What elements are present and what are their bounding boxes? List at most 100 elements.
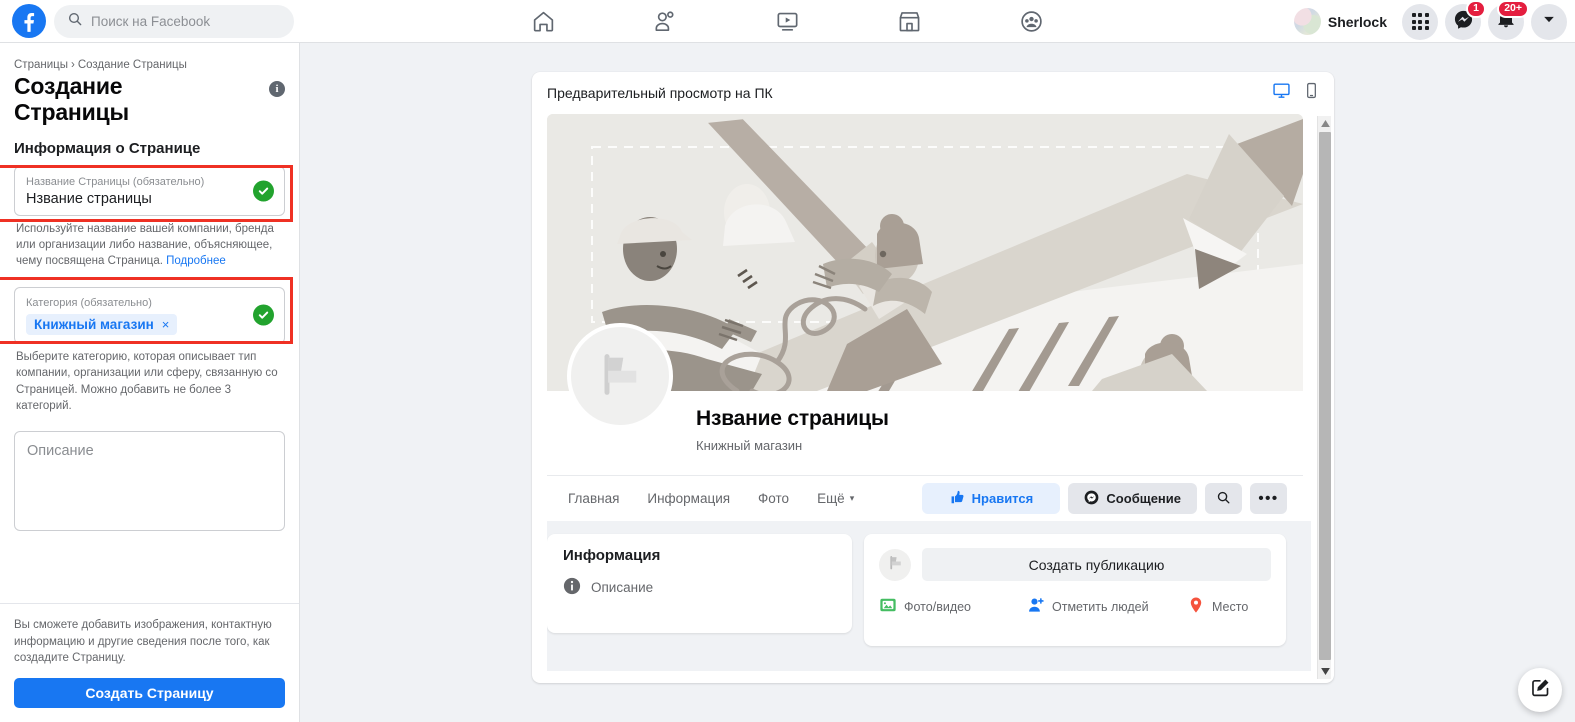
page-more-button[interactable]: ••• xyxy=(1250,483,1287,514)
chevron-down-icon: ▾ xyxy=(849,493,855,503)
message-button[interactable]: Сообщение xyxy=(1068,483,1197,514)
page-preview-panel: Предварительный просмотр на ПК Нзвание с… xyxy=(532,72,1334,683)
tab-home[interactable]: Главная xyxy=(563,491,633,506)
home-icon xyxy=(531,9,556,34)
description-input[interactable]: Описание xyxy=(14,431,285,532)
compose-floating-button[interactable] xyxy=(1518,668,1562,712)
grid-apps-icon xyxy=(1411,13,1429,30)
page-search-button[interactable] xyxy=(1205,483,1242,514)
message-button-label: Сообщение xyxy=(1106,491,1181,506)
search-icon xyxy=(67,11,83,32)
video-play-icon xyxy=(775,9,800,34)
page-avatar[interactable] xyxy=(567,323,673,429)
nav-friends[interactable] xyxy=(619,0,711,42)
page-tab-bar: Главная Информация Фото Ещё ▾ Нравится Со… xyxy=(547,475,1303,521)
post-action-tag-people-label: Отметить людей xyxy=(1052,599,1149,614)
nav-home[interactable] xyxy=(497,0,589,42)
page-name-field[interactable]: Название Страницы (обязательно) Нзвание … xyxy=(14,165,285,216)
create-post-input[interactable]: Создать публикацию xyxy=(922,548,1271,581)
post-action-photo-video-label: Фото/видео xyxy=(904,599,972,614)
account-menu-button[interactable] xyxy=(1531,3,1567,40)
info-card-row-label: Описание xyxy=(591,580,654,595)
tab-more[interactable]: Ещё ▾ xyxy=(803,491,868,506)
mobile-icon[interactable] xyxy=(1303,82,1320,104)
page-name-label: Название Страницы (обязательно) xyxy=(26,175,205,188)
title-row: Создание Страницы i xyxy=(14,73,285,126)
post-action-location-label: Место xyxy=(1212,599,1249,614)
messenger-button[interactable]: 1 xyxy=(1445,0,1486,40)
nav-groups[interactable] xyxy=(985,0,1077,42)
photo-video-icon xyxy=(879,596,897,617)
category-chip[interactable]: Книжный магазин × xyxy=(26,314,178,336)
device-toggle-group xyxy=(1272,81,1320,105)
tab-info[interactable]: Информация xyxy=(633,491,744,506)
post-action-photo-video[interactable]: Фото/видео xyxy=(879,596,1027,617)
scrollbar-thumb[interactable] xyxy=(1319,132,1331,660)
like-button[interactable]: Нравится xyxy=(922,483,1061,514)
category-helper: Выберите категорию, которая описывает ти… xyxy=(16,351,278,413)
topbar-right-group: Sherlock 1 20+ xyxy=(1292,0,1567,43)
post-composer-card: Создать публикацию Фото/видео Отметить л… xyxy=(864,534,1286,646)
caret-up-icon[interactable] xyxy=(1318,116,1332,131)
like-button-label: Нравится xyxy=(971,491,1034,506)
search-input[interactable]: Поиск на Facebook xyxy=(54,4,294,38)
flag-icon xyxy=(594,348,646,405)
post-composer-row: Создать публикацию xyxy=(879,548,1271,581)
messenger-badge: 1 xyxy=(1466,0,1486,18)
section-heading: Информация о Странице xyxy=(14,139,201,157)
preview-cards-area: Информация Описание Создать публикацию Ф… xyxy=(547,521,1311,671)
footer-note: Вы сможете добавить изображения, контакт… xyxy=(14,618,272,665)
sidebar-footer: Вы сможете добавить изображения, контакт… xyxy=(0,602,299,722)
info-card-heading: Информация xyxy=(563,547,661,564)
check-circle-icon xyxy=(253,180,274,202)
info-icon[interactable]: i xyxy=(269,81,285,97)
account-profile-button[interactable]: Sherlock xyxy=(1292,8,1395,35)
info-card-row[interactable]: Описание xyxy=(563,577,836,598)
post-action-tag-people[interactable]: Отметить людей xyxy=(1027,596,1187,617)
breadcrumb-separator: › xyxy=(71,59,75,71)
preview-scrollbar[interactable] xyxy=(1317,116,1331,679)
caret-down-icon[interactable] xyxy=(1318,664,1332,679)
breadcrumb-root[interactable]: Страницы xyxy=(14,59,68,71)
tab-more-label: Ещё xyxy=(817,491,845,506)
facebook-logo-icon[interactable] xyxy=(12,4,46,38)
main-nav-icons xyxy=(497,0,1077,42)
breadcrumb-current: Создание Страницы xyxy=(77,59,187,71)
description-placeholder: Описание xyxy=(27,443,94,460)
page-title: Создание Страницы xyxy=(14,73,129,125)
post-avatar[interactable] xyxy=(879,548,911,581)
avatar xyxy=(1293,8,1321,35)
top-navigation-bar: Поиск на Facebook Sherlock 1 20+ xyxy=(0,0,1575,43)
search-icon xyxy=(1216,490,1231,508)
storefront-icon xyxy=(897,9,922,34)
nav-marketplace[interactable] xyxy=(863,0,955,42)
page-profile-strip: Нзвание страницы Книжный магазин xyxy=(547,323,1303,475)
location-pin-icon xyxy=(1187,596,1205,617)
page-name-value: Нзвание страницы xyxy=(26,190,152,207)
thumbs-up-icon xyxy=(950,490,965,508)
category-field[interactable]: Категория (обязательно) Книжный магазин … xyxy=(14,286,285,345)
preview-body: Нзвание страницы Книжный магазин Главная… xyxy=(547,114,1319,683)
apps-menu-button[interactable] xyxy=(1402,3,1438,40)
page-name-helper-text: Используйте название вашей компании, бре… xyxy=(16,222,274,268)
tab-photos[interactable]: Фото xyxy=(744,491,803,506)
category-label: Категория (обязательно) xyxy=(26,296,152,309)
info-icon xyxy=(563,577,581,598)
page-name-preview: Нзвание страницы xyxy=(696,407,889,430)
notifications-button[interactable]: 20+ xyxy=(1488,0,1529,40)
topbar-left-group: Поиск на Facebook xyxy=(0,4,300,38)
page-name-helper-link[interactable]: Подробнее xyxy=(166,255,226,267)
post-action-location[interactable]: Место xyxy=(1187,596,1248,617)
groups-icon xyxy=(1019,9,1044,34)
tag-people-icon xyxy=(1027,596,1045,617)
compose-edit-icon xyxy=(1530,677,1551,703)
close-icon[interactable]: × xyxy=(162,317,170,332)
preview-title: Предварительный просмотр на ПК xyxy=(547,85,773,101)
breadcrumb: Страницы › Создание Страницы xyxy=(14,59,285,71)
sidebar-scroll-area: Страницы › Создание Страницы Создание Стра… xyxy=(0,43,299,615)
create-page-button[interactable]: Создать Страницу xyxy=(14,678,285,708)
desktop-icon[interactable] xyxy=(1272,81,1291,105)
ellipsis-icon: ••• xyxy=(1258,489,1279,507)
nav-watch[interactable] xyxy=(741,0,833,42)
preview-header: Предварительный просмотр на ПК xyxy=(532,72,1334,114)
